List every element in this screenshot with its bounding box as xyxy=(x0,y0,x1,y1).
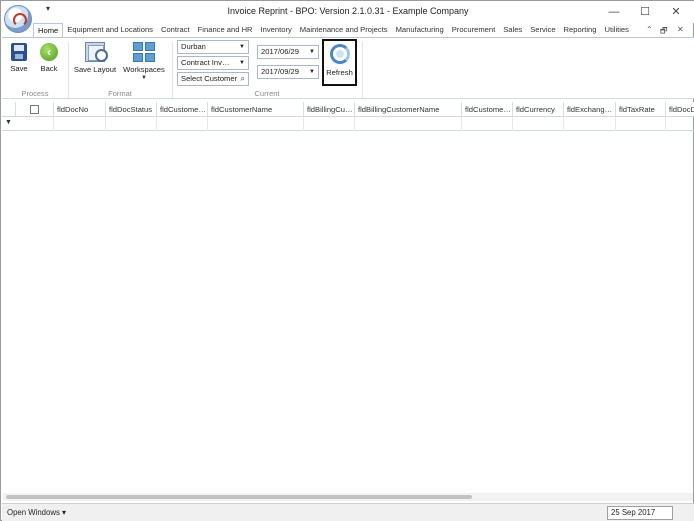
document-type-value: Contract Inv… xyxy=(181,58,230,67)
column-header[interactable]: fldCustome… xyxy=(157,102,208,117)
tab-contract[interactable]: Contract xyxy=(157,23,194,38)
title-bar: ▾ Invoice Reprint - BPO: Version 2.1.0.3… xyxy=(1,1,694,33)
filter-row-indicator-icon: ▼ xyxy=(5,119,12,126)
chevron-down-icon: ▼ xyxy=(239,44,245,50)
chevron-down-icon: ▼ xyxy=(309,69,315,75)
select-all-header xyxy=(16,102,54,117)
search-icon: ⌕ xyxy=(240,74,245,83)
save-layout-label: Save Layout xyxy=(73,65,117,74)
customer-search-placeholder: Select Customer xyxy=(181,74,238,83)
save-icon xyxy=(11,43,27,61)
save-layout-icon xyxy=(85,42,108,62)
status-bar: Open Windows ▾ 25 Sep 2017 xyxy=(2,503,694,521)
column-header[interactable]: fldDocD xyxy=(666,102,694,117)
tab-equipment-and-locations[interactable]: Equipment and Locations xyxy=(63,23,157,38)
window-title: Invoice Reprint - BPO: Version 2.1.0.31 … xyxy=(227,6,469,16)
column-header[interactable]: fldCustome… xyxy=(462,102,513,117)
group-label-process: Process xyxy=(21,89,49,98)
column-header[interactable]: fldCurrency xyxy=(513,102,564,117)
back-label: Back xyxy=(40,64,58,73)
column-header[interactable]: fldDocNo xyxy=(54,102,106,117)
document-type-select[interactable]: Contract Inv… ▼ xyxy=(177,56,249,70)
ribbon-minimize-icon[interactable]: ⌃ xyxy=(646,25,653,34)
date-to-value: 2017/09/29 xyxy=(261,67,300,76)
app-window: ▾ Invoice Reprint - BPO: Version 2.1.0.3… xyxy=(0,0,694,521)
tab-reporting[interactable]: Reporting xyxy=(560,23,601,38)
save-layout-button[interactable]: Save Layout xyxy=(72,42,118,74)
workspaces-button[interactable]: Workspaces ▼ xyxy=(121,42,167,81)
ribbon-tabs: Home Equipment and Locations Contract Fi… xyxy=(33,23,633,38)
data-grid: fldDocNo fldDocStatus fldCustome… fldCus… xyxy=(2,102,694,132)
tab-manufacturing[interactable]: Manufacturing xyxy=(392,23,448,38)
column-header[interactable]: fldBillingCu… xyxy=(304,102,355,117)
date-from-picker[interactable]: 2017/06/29 ▼ xyxy=(257,45,319,59)
maximize-button[interactable]: ☐ xyxy=(635,5,655,19)
tab-finance-and-hr[interactable]: Finance and HR xyxy=(194,23,257,38)
customer-search-input[interactable]: Select Customer ⌕ xyxy=(177,72,249,86)
column-header[interactable]: fldBillingCustomerName xyxy=(355,102,462,117)
refresh-button[interactable]: Refresh xyxy=(322,39,357,86)
chevron-down-icon: ▼ xyxy=(239,60,245,66)
minimize-button[interactable]: — xyxy=(604,5,624,19)
column-header[interactable]: fldTaxRate xyxy=(616,102,666,117)
site-select[interactable]: Durban ▼ xyxy=(177,40,249,54)
app-logo-icon[interactable] xyxy=(4,5,32,33)
chevron-down-icon: ▼ xyxy=(141,75,147,81)
tab-utilities[interactable]: Utilities xyxy=(600,23,632,38)
ribbon-close-icon[interactable]: ✕ xyxy=(677,25,684,34)
site-select-value: Durban xyxy=(181,42,206,51)
save-button[interactable]: Save xyxy=(7,43,31,73)
tab-procurement[interactable]: Procurement xyxy=(448,23,499,38)
tab-home[interactable]: Home xyxy=(33,23,64,38)
group-label-current: Current xyxy=(254,89,280,98)
horizontal-scrollbar[interactable] xyxy=(3,493,693,501)
column-header[interactable]: fldCustomerName xyxy=(208,102,304,117)
date-to-picker[interactable]: 2017/09/29 ▼ xyxy=(257,65,319,79)
back-button[interactable]: ‹ Back xyxy=(36,43,62,73)
workspaces-label: Workspaces xyxy=(123,65,165,74)
group-separator xyxy=(362,42,363,98)
group-label-format: Format xyxy=(108,89,132,98)
refresh-icon xyxy=(329,44,350,64)
scrollbar-thumb[interactable] xyxy=(6,495,472,499)
refresh-label: Refresh xyxy=(326,68,353,77)
status-date: 25 Sep 2017 xyxy=(607,506,673,520)
column-header[interactable]: fldExchang… xyxy=(564,102,616,117)
tab-sales[interactable]: Sales xyxy=(499,23,526,38)
tab-inventory[interactable]: Inventory xyxy=(257,23,296,38)
auto-filter-row[interactable]: ▼ xyxy=(2,117,694,131)
save-label: Save xyxy=(10,64,28,73)
close-button[interactable]: ✕ xyxy=(666,5,686,19)
tab-maintenance-and-projects[interactable]: Maintenance and Projects xyxy=(296,23,392,38)
row-indicator-header xyxy=(2,102,16,117)
workspaces-icon xyxy=(133,42,155,62)
select-all-checkbox[interactable] xyxy=(30,105,39,114)
back-arrow-icon: ‹ xyxy=(40,43,58,61)
tab-service[interactable]: Service xyxy=(526,23,559,38)
chevron-down-icon: ▼ xyxy=(309,49,315,55)
date-from-value: 2017/06/29 xyxy=(261,47,300,56)
open-windows-menu[interactable]: Open Windows ▾ xyxy=(7,508,66,517)
column-header[interactable]: fldDocStatus xyxy=(106,102,157,117)
